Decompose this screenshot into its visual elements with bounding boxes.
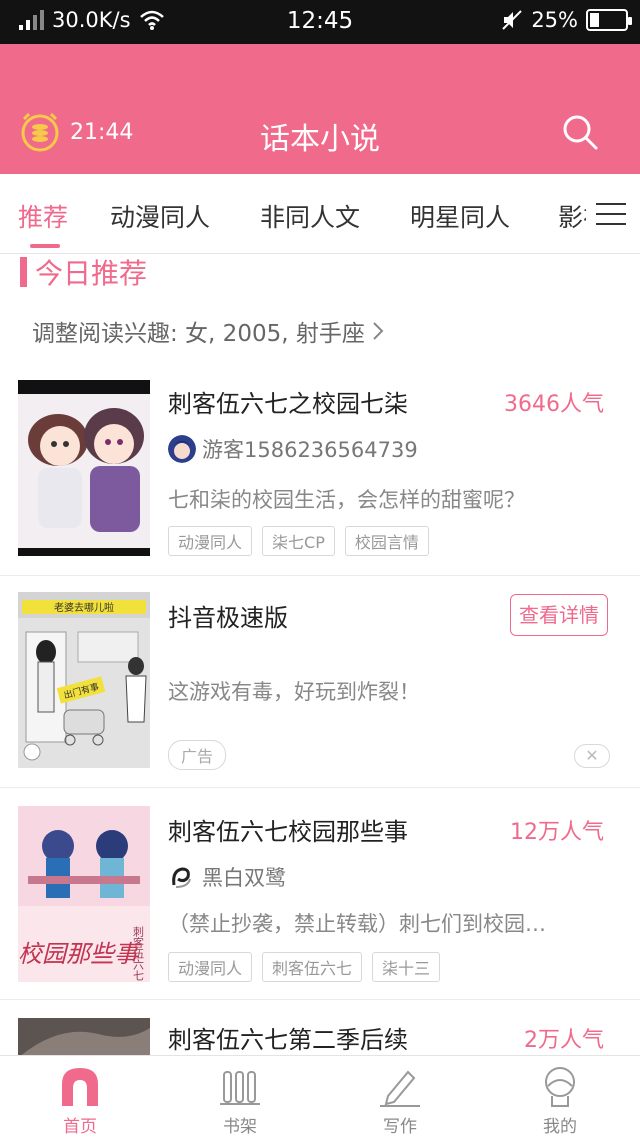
interest-link[interactable]: 调整阅读兴趣: 女, 2005, 射手座	[32, 314, 385, 348]
ad-cover[interactable]: 老婆去哪儿啦 出门有事	[18, 592, 150, 768]
menu-icon	[596, 203, 626, 225]
app-title: 话本小说	[260, 122, 380, 157]
battery-percent: 25%	[531, 8, 578, 32]
tag[interactable]: 校园言情	[344, 526, 429, 556]
close-icon[interactable]: ✕	[574, 744, 610, 768]
author[interactable]: 游客1586236564739	[168, 434, 418, 464]
nav-write[interactable]: 写作	[320, 1056, 480, 1138]
tab-anime-fanfic[interactable]: 动漫同人	[110, 198, 210, 234]
avatar	[168, 863, 196, 891]
tab-celebrity-fanfic[interactable]: 明星同人	[410, 198, 510, 234]
tab-original[interactable]: 非同人文	[260, 198, 360, 234]
chevron-right-icon	[373, 322, 384, 340]
ad-card[interactable]: 老婆去哪儿啦 出门有事 抖音极速版 查看详情 这游戏有毒，好玩到炸裂！ 广告 ✕	[0, 576, 640, 788]
author[interactable]: 黑白双鹭	[168, 862, 286, 892]
app-header: 21:44 话本小说	[0, 44, 640, 174]
status-bar: 30.0K/s 12:45 25%	[0, 0, 640, 44]
nav-profile-label: 我的	[543, 1117, 577, 1137]
bottom-nav: 首页 书架 写作 我的	[0, 1055, 640, 1138]
popularity-count: 2万人气	[524, 1028, 604, 1053]
section-bar	[20, 257, 27, 287]
avatar	[168, 435, 196, 463]
ad-label: 广告	[168, 740, 227, 770]
novel-title[interactable]: 刺客伍六七第二季后续	[168, 1020, 408, 1055]
nav-write-label: 写作	[383, 1117, 417, 1137]
svg-text:老婆去哪儿啦: 老婆去哪儿啦	[54, 601, 114, 614]
status-right: 25%	[501, 8, 632, 32]
novel-title[interactable]: 刺客伍六七之校园七柒	[168, 384, 408, 419]
tag-list: 动漫同人 刺客伍六七 柒十三	[168, 952, 441, 982]
svg-text:校园那些事: 校园那些事	[18, 940, 141, 968]
mute-icon	[502, 10, 523, 30]
novel-card[interactable]: 刺客伍六七第二季后续 2万人气	[0, 1000, 640, 1055]
author-name: 游客1586236564739	[202, 438, 418, 462]
nav-bookshelf-label: 书架	[223, 1117, 257, 1137]
pen-icon	[380, 1070, 420, 1107]
popularity-count: 12万人气	[510, 820, 604, 845]
novel-title[interactable]: 刺客伍六七校园那些事	[168, 812, 408, 847]
tag[interactable]: 动漫同人	[168, 952, 253, 982]
battery-fill	[590, 13, 599, 27]
novel-cover[interactable]	[18, 1018, 150, 1055]
nav-home[interactable]: 首页	[0, 1056, 160, 1138]
home-icon	[62, 1068, 98, 1106]
tag[interactable]: 柒十三	[372, 952, 441, 982]
section-heading: 今日推荐	[20, 254, 147, 290]
nav-home-label: 首页	[63, 1117, 97, 1137]
tag-list: 动漫同人 柒七CP 校园言情	[168, 526, 429, 556]
tag[interactable]: 动漫同人	[168, 526, 253, 556]
novel-description: （禁止抄袭，禁止转载）刺七们到校园…	[168, 912, 546, 936]
tab-menu-button[interactable]	[586, 174, 640, 253]
nav-bookshelf[interactable]: 书架	[160, 1056, 320, 1138]
section-title: 今日推荐	[35, 257, 148, 290]
novel-card[interactable]: 刺客伍六七 校园那些事 刺客伍六七校园那些事 12万人气 黑白双鹭 （禁止抄袭，…	[0, 788, 640, 1000]
profile-icon	[545, 1067, 575, 1107]
novel-cover[interactable]	[18, 380, 150, 556]
nav-profile[interactable]: 我的	[480, 1056, 640, 1138]
tab-indicator	[30, 244, 60, 248]
novel-card[interactable]: 刺客伍六七之校园七柒 3646人气 游客1586236564739 七和柒的校园…	[0, 380, 640, 576]
battery-icon	[586, 9, 632, 31]
ad-description: 这游戏有毒，好玩到炸裂！	[168, 680, 420, 704]
view-details-button[interactable]: 查看详情	[510, 594, 608, 636]
novel-description: 七和柒的校园生活，会怎样的甜蜜呢？	[168, 488, 525, 512]
bookshelf-icon	[220, 1071, 260, 1105]
author-name: 黑白双鹭	[202, 866, 286, 890]
novel-cover[interactable]: 刺客伍六七 校园那些事	[18, 806, 150, 982]
tab-recommend[interactable]: 推荐	[18, 198, 68, 234]
ad-title[interactable]: 抖音极速版	[168, 598, 288, 633]
tag[interactable]: 刺客伍六七	[262, 952, 363, 982]
popularity-count: 3646人气	[504, 392, 604, 417]
interest-text: 调整阅读兴趣: 女, 2005, 射手座	[32, 321, 365, 347]
search-icon[interactable]	[560, 112, 600, 152]
tag[interactable]: 柒七CP	[262, 526, 335, 556]
category-tabs: 推荐 动漫同人 非同人文 明星同人 影视	[0, 174, 640, 254]
